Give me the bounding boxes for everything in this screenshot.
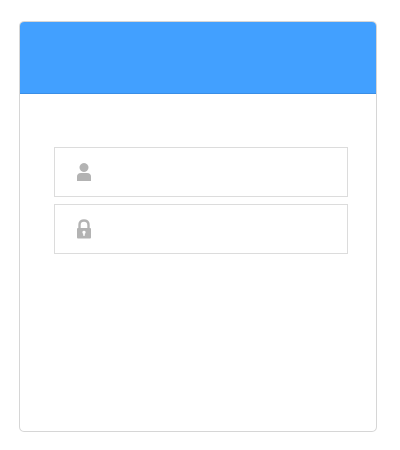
card-header: [20, 22, 376, 94]
user-icon: [75, 161, 93, 183]
lock-icon: [75, 218, 93, 240]
username-field[interactable]: [54, 147, 348, 197]
username-input[interactable]: [107, 147, 337, 197]
password-field[interactable]: [54, 204, 348, 254]
password-input[interactable]: [107, 204, 337, 254]
login-card: [19, 21, 377, 432]
